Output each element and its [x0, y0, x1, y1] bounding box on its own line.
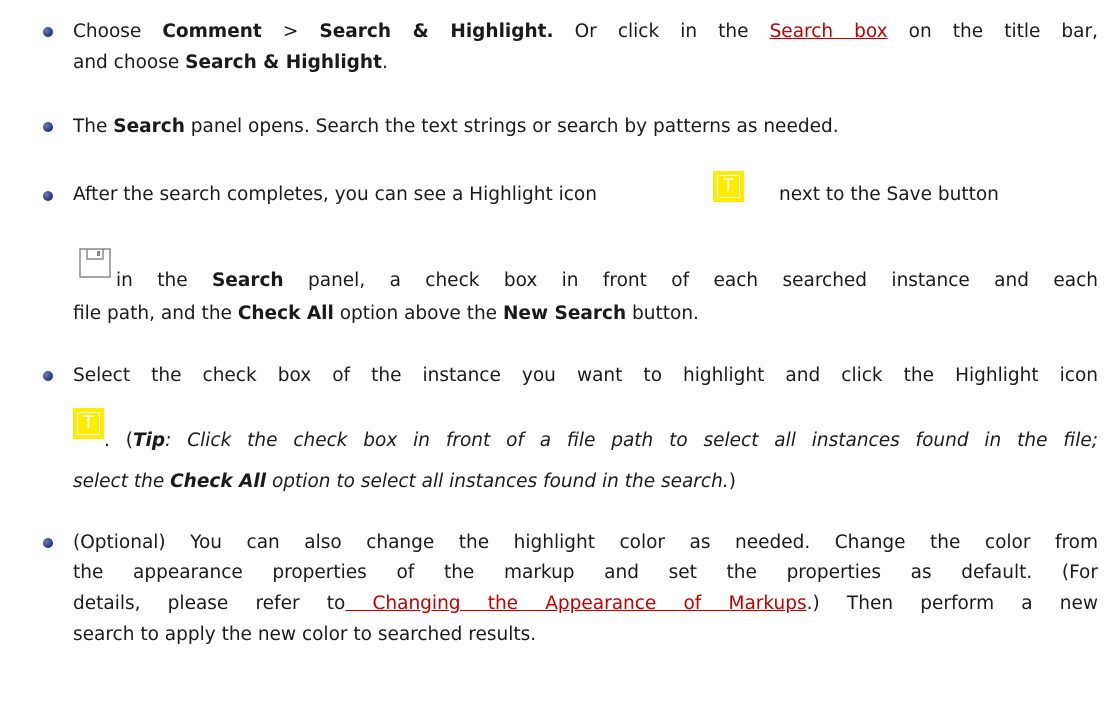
item-5-line-2: the appearance properties of the markup … [73, 562, 1098, 583]
item-4-line-3: select the Check All option to select al… [73, 471, 736, 492]
highlight-icon: T [713, 171, 744, 202]
item-5-line-3: details, please refer to Changing the Ap… [73, 593, 1099, 614]
bullet-2 [43, 122, 53, 132]
bullet-4 [43, 371, 53, 381]
bullet-3 [43, 191, 53, 201]
help-document: Choose Comment > Search & Highlight. Or … [0, 0, 1115, 713]
item-4-line-1: Select the check box of the instance you… [73, 365, 1098, 386]
item-2-line-1: The Search panel opens. Search the text … [73, 116, 839, 137]
item-1-line-2: and choose Search & Highlight. [73, 52, 388, 73]
highlight-icon: T [73, 408, 104, 439]
changing-appearance-link[interactable]: Changing the Appearance of Markups [345, 593, 806, 614]
item-5-line-1: (Optional) You can also change the highl… [73, 532, 1098, 553]
item-4-line-2: . (Tip: Click the check box in front of … [104, 430, 1098, 451]
search-box-link[interactable]: Search box [770, 21, 888, 42]
item-1-line-1: Choose Comment > Search & Highlight. Or … [73, 21, 1098, 42]
save-icon [79, 248, 111, 278]
menu-search-highlight: Search & Highlight. [319, 21, 554, 42]
item-3-line-2: in the Search panel, a check box in fron… [116, 270, 1098, 291]
menu-comment: Comment [162, 21, 262, 42]
bullet-5 [43, 538, 53, 548]
item-3-line-1: After the search completes, you can see … [73, 171, 1103, 207]
item-3-line-3: file path, and the Check All option abov… [73, 303, 699, 324]
bullet-1 [43, 27, 53, 37]
item-5-line-4: search to apply the new color to searche… [73, 624, 537, 645]
